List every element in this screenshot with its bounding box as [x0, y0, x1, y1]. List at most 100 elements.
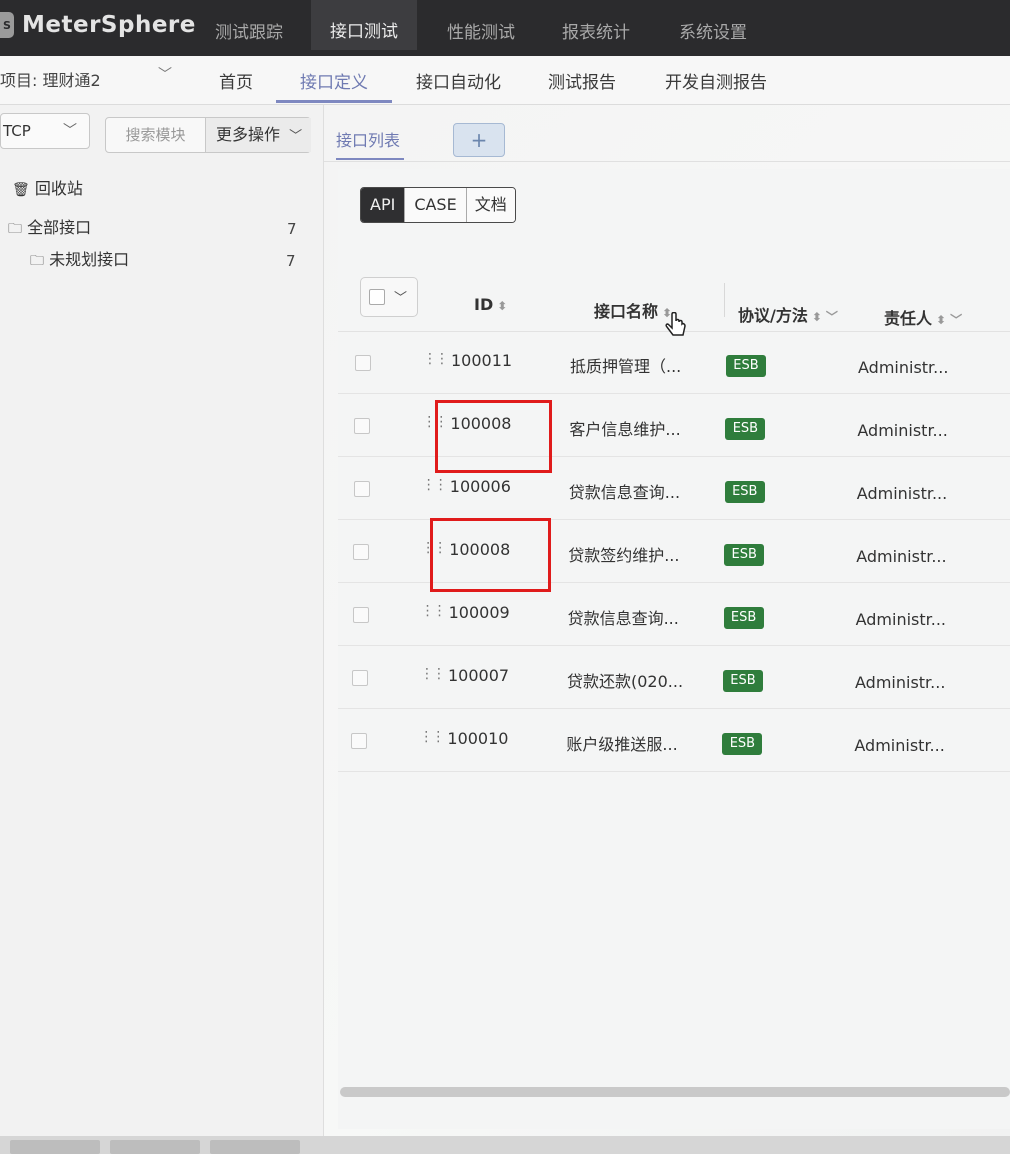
- top-nav-report-stats[interactable]: 报表统计: [562, 18, 630, 43]
- top-nav-test-track[interactable]: 测试跟踪: [215, 18, 283, 43]
- chevron-down-icon[interactable]: ﹀: [394, 287, 407, 306]
- drag-handle-icon[interactable]: ⋮⋮: [422, 477, 448, 493]
- table-row[interactable]: ⋮⋮ 100009 贷款信息查询... ESB Administr...: [338, 583, 1010, 646]
- protocol-badge: ESB: [723, 670, 763, 692]
- segment-api[interactable]: API: [361, 188, 406, 222]
- cell-owner: Administr...: [855, 673, 946, 692]
- row-checkbox[interactable]: [353, 481, 370, 497]
- tree-item-count: 7: [286, 252, 296, 270]
- column-header-protocol[interactable]: 协议/方法 ⬍ ﹀: [738, 302, 838, 326]
- subnav-home[interactable]: 首页: [219, 68, 253, 93]
- row-checkbox[interactable]: [355, 355, 371, 371]
- tabs-divider: [324, 161, 1010, 162]
- column-header-id[interactable]: ID ⬍: [474, 295, 507, 314]
- protocol-badge: ESB: [722, 733, 763, 755]
- segment-docs[interactable]: 文档: [466, 188, 515, 222]
- active-subnav-indicator: [276, 100, 392, 103]
- highlight-box: [430, 518, 551, 592]
- sort-icon[interactable]: ⬍: [936, 313, 946, 327]
- app-name: MeterSphere: [22, 12, 196, 38]
- tab-api-list[interactable]: 接口列表: [336, 127, 400, 151]
- top-nav-performance-test[interactable]: 性能测试: [447, 18, 515, 43]
- segment-case[interactable]: CASE: [405, 188, 467, 222]
- chevron-down-icon: ﹀: [289, 129, 303, 144]
- main-panel: 接口列表 + API CASE 文档 ﹀ ID ⬍ 接口名称 ⬍ 协议/方法 ⬍ ﹀: [324, 105, 1010, 1154]
- chevron-down-icon[interactable]: ﹀: [158, 64, 172, 84]
- app-logo[interactable]: S MeterSphere: [0, 12, 196, 38]
- cell-id: 100007: [448, 666, 510, 685]
- cell-owner: Administr...: [858, 358, 949, 377]
- cell-owner: Administr...: [856, 547, 947, 566]
- cell-api-name[interactable]: 贷款信息查询...: [568, 605, 679, 629]
- row-checkbox[interactable]: [352, 670, 368, 686]
- drag-handle-icon[interactable]: ⋮⋮: [420, 666, 446, 682]
- sort-icon[interactable]: ⬍: [497, 299, 507, 313]
- module-tree-panel: TCP ﹀ 搜索模块 更多操作 ﹀ 🗑 回收站 🗀 全部接口 7 🗀 未规划接口…: [0, 105, 324, 1154]
- cell-api-name[interactable]: 客户信息维护...: [569, 416, 680, 440]
- cell-owner: Administr...: [856, 484, 948, 503]
- protocol-value: TCP: [3, 122, 31, 140]
- drag-handle-icon[interactable]: ⋮⋮: [421, 603, 447, 619]
- top-nav-system-settings[interactable]: 系统设置: [679, 18, 747, 43]
- taskbar-item[interactable]: [210, 1140, 300, 1154]
- table-row[interactable]: ⋮⋮ 100010 账户级推送服... ESB Administr...: [338, 709, 1010, 772]
- column-header-label: 责任人: [884, 309, 933, 328]
- row-checkbox[interactable]: [354, 418, 371, 434]
- top-nav-api-test[interactable]: 接口测试: [311, 0, 417, 50]
- filter-chevron-icon[interactable]: ﹀: [826, 310, 838, 324]
- cell-id: 100011: [451, 351, 513, 370]
- add-tab-button[interactable]: +: [453, 123, 505, 157]
- drag-handle-icon[interactable]: ⋮⋮: [419, 729, 445, 745]
- project-selector[interactable]: 项目: 理财通2: [0, 67, 101, 91]
- cell-owner: Administr...: [854, 736, 945, 755]
- cell-api-name[interactable]: 贷款信息查询...: [569, 479, 680, 503]
- sort-icon[interactable]: ⬍: [812, 310, 822, 324]
- os-taskbar: [0, 1136, 1010, 1154]
- folder-icon: 🗀: [8, 221, 22, 237]
- subnav-api-definition[interactable]: 接口定义: [300, 68, 368, 93]
- more-actions-button[interactable]: 更多操作 ﹀: [205, 118, 311, 152]
- drag-handle-icon[interactable]: ⋮⋮: [423, 351, 449, 367]
- table-row[interactable]: ⋮⋮ 100007 贷款还款(020... ESB Administr...: [338, 646, 1010, 709]
- tree-item-unplanned-apis[interactable]: 🗀 未规划接口: [30, 246, 129, 274]
- cell-api-name[interactable]: 账户级推送服...: [566, 731, 677, 755]
- row-checkbox[interactable]: [353, 544, 370, 560]
- protocol-badge: ESB: [726, 355, 766, 377]
- highlight-box: [435, 400, 552, 473]
- filter-chevron-icon[interactable]: ﹀: [950, 313, 962, 327]
- row-checkbox[interactable]: [351, 733, 368, 749]
- subnav-api-automation[interactable]: 接口自动化: [416, 68, 501, 93]
- subnav-test-report[interactable]: 测试报告: [548, 68, 616, 93]
- cell-id: 100006: [449, 477, 511, 496]
- cell-api-name[interactable]: 贷款还款(020...: [567, 668, 683, 692]
- row-checkbox[interactable]: [352, 607, 369, 623]
- protocol-select[interactable]: TCP ﹀: [0, 113, 90, 149]
- taskbar-item[interactable]: [110, 1140, 200, 1154]
- column-header-owner[interactable]: 责任人 ⬍ ﹀: [884, 305, 962, 329]
- cell-owner: Administr...: [857, 421, 948, 440]
- subnav-dev-self-test-report[interactable]: 开发自测报告: [665, 68, 767, 93]
- chevron-down-icon: ﹀: [63, 123, 77, 139]
- tree-item-recycle-bin[interactable]: 🗑 回收站: [12, 175, 83, 199]
- protocol-badge: ESB: [724, 481, 765, 503]
- tree-item-all-apis[interactable]: 🗀 全部接口: [8, 214, 91, 242]
- cell-api-name[interactable]: 抵质押管理（...: [570, 353, 681, 377]
- column-divider[interactable]: [724, 283, 725, 317]
- horizontal-scrollbar[interactable]: [340, 1087, 1010, 1097]
- cell-id: 100009: [448, 603, 510, 622]
- cell-owner: Administr...: [855, 610, 947, 629]
- folder-icon: 🗀: [30, 253, 44, 269]
- cell-api-name[interactable]: 贷款签约维护...: [568, 542, 679, 566]
- taskbar-item[interactable]: [10, 1140, 100, 1154]
- select-all-dropdown[interactable]: ﹀: [360, 277, 418, 317]
- search-module-input[interactable]: 搜索模块: [106, 118, 205, 152]
- protocol-badge: ESB: [723, 607, 764, 629]
- view-mode-toggle: API CASE 文档: [360, 187, 516, 223]
- metersphere-logo-icon: S: [0, 12, 14, 38]
- tree-item-count: 7: [287, 220, 297, 238]
- tree-item-label: 回收站: [34, 179, 83, 198]
- more-actions-label: 更多操作: [216, 125, 281, 144]
- column-header-name[interactable]: 接口名称 ⬍: [594, 298, 672, 322]
- select-all-checkbox[interactable]: [369, 289, 385, 305]
- tree-item-label: 全部接口: [27, 218, 92, 237]
